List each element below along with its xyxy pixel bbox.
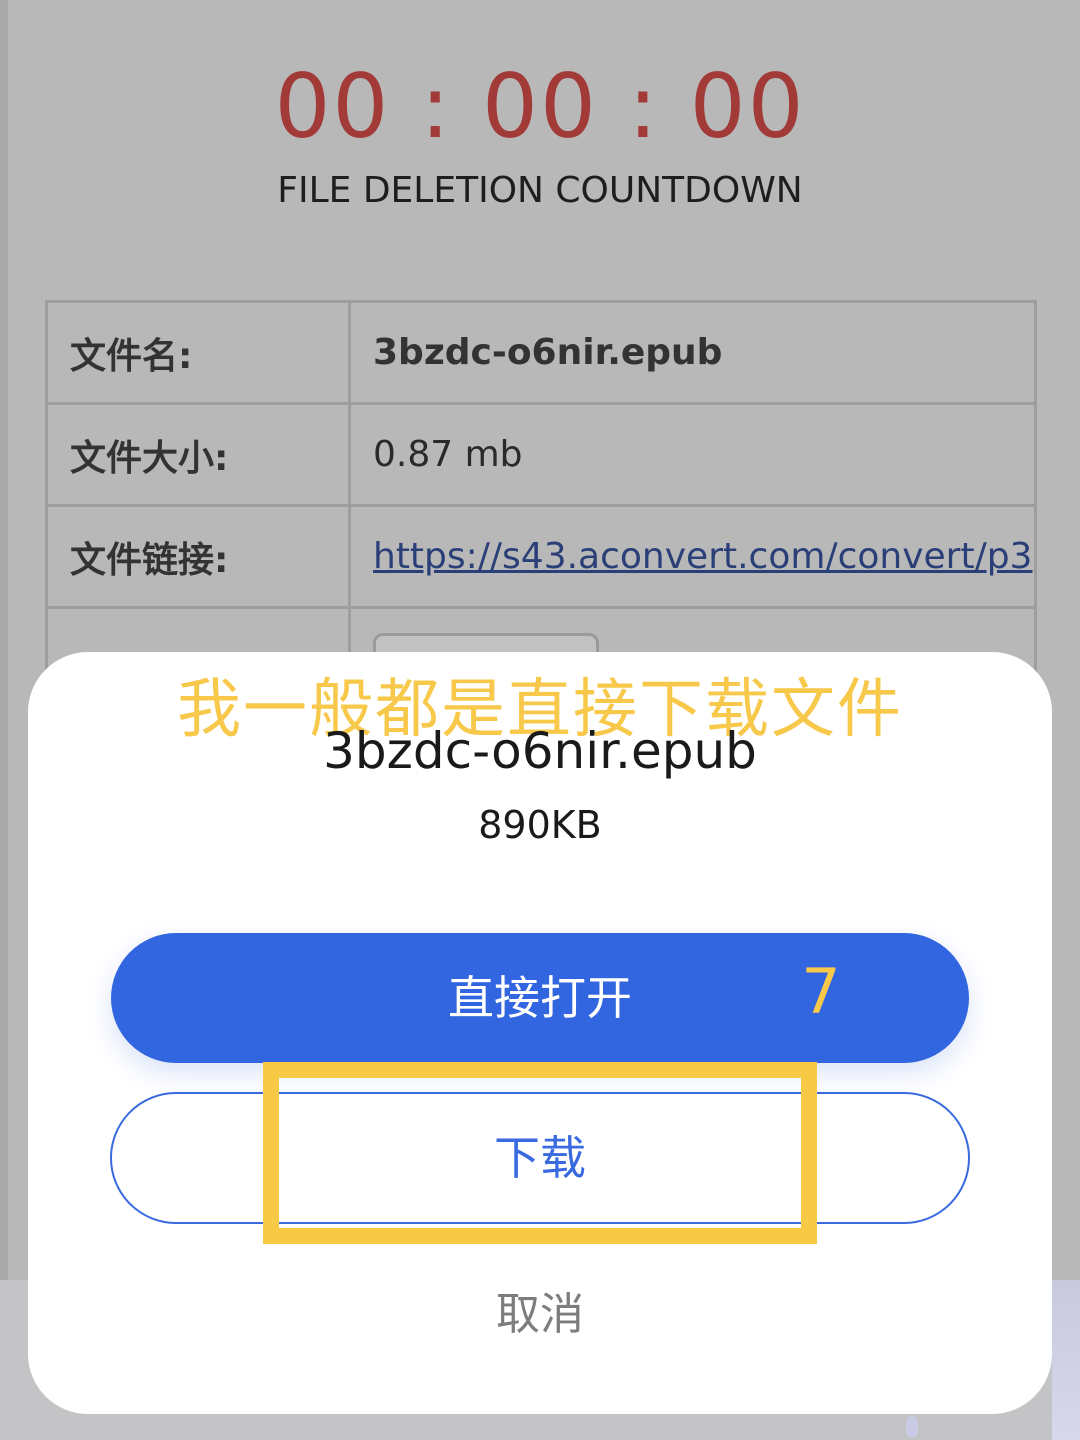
table-row: 文件名: 3bzdc-o6nir.epub — [45, 300, 1037, 405]
countdown-caption: FILE DELETION COUNTDOWN — [277, 170, 803, 211]
file-info-table: 文件名: 3bzdc-o6nir.epub 文件大小: 0.87 mb 文件链接… — [45, 300, 1037, 711]
file-size-value: 0.87 mb — [348, 402, 1037, 507]
sheet-file-name: 3bzdc-o6nir.epub — [323, 722, 757, 780]
table-row: 文件大小: 0.87 mb — [45, 402, 1037, 507]
sheet-file-size: 890KB — [478, 803, 602, 847]
cancel-button[interactable]: 取消 — [340, 1270, 740, 1360]
table-row: 文件链接: https://s43.aconvert.com/convert/p… — [45, 504, 1037, 609]
file-name-value: 3bzdc-o6nir.epub — [348, 300, 1037, 405]
file-size-label: 文件大小: — [45, 402, 351, 507]
file-link[interactable]: https://s43.aconvert.com/convert/p3 — [348, 504, 1037, 609]
annotation-step-number: 7 — [801, 955, 841, 1028]
countdown-timer: 00 : 00 : 00 — [274, 55, 806, 158]
annotation-highlight-box — [263, 1062, 817, 1244]
peek-content — [1052, 1280, 1080, 1440]
file-name-label: 文件名: — [45, 300, 351, 405]
file-link-label: 文件链接: — [45, 504, 351, 609]
peek-decoration — [906, 1416, 1026, 1440]
